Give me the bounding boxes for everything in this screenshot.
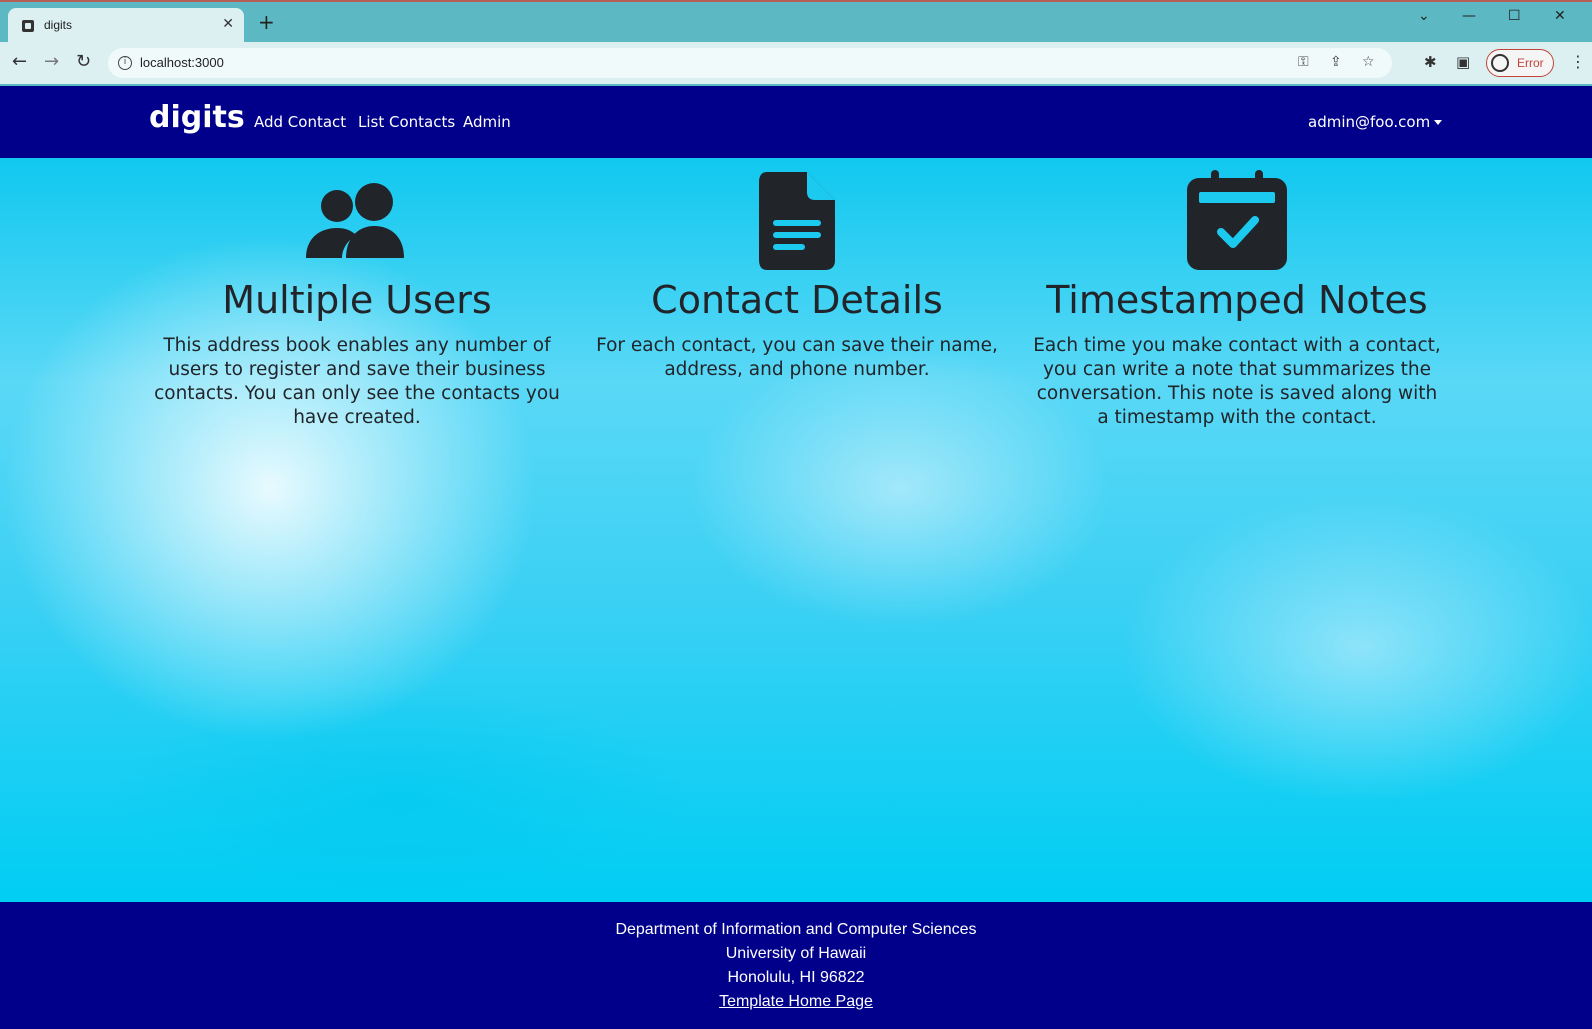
caret-down-icon [1434,120,1443,125]
footer-university: University of Hawaii [725,945,867,962]
users-icon [306,183,404,258]
profile-status-label: Error [1517,56,1544,70]
feature-description: This address book enables any number of … [154,335,560,428]
file-text-icon [759,172,835,270]
minimize-icon[interactable]: — [1462,8,1476,24]
feature-heading: Multiple Users [222,278,492,322]
url-text[interactable]: localhost:3000 [140,55,224,70]
address-bar[interactable]: i localhost:3000 ⚿ ⇪ ☆ [108,48,1392,78]
brand-logo[interactable]: digits [149,100,245,135]
browser-tab-strip: digits ✕ + ⌄ — ☐ ✕ [0,0,1592,44]
app-navbar: digits Add Contact List Contacts Admin a… [0,86,1592,158]
bookmark-star-icon[interactable]: ☆ [1362,54,1375,70]
reload-icon[interactable]: ↻ [76,52,91,72]
nav-admin[interactable]: Admin [463,113,511,131]
calendar-check-icon [1187,170,1287,270]
user-email: admin@foo.com [1308,113,1431,131]
close-window-icon[interactable]: ✕ [1554,8,1566,24]
forward-icon[interactable]: → [44,52,59,72]
landing-main: Multiple Users This address book enables… [0,158,1592,902]
feature-description: Each time you make contact with a contac… [1033,335,1441,428]
feature-heading: Contact Details [651,278,943,322]
tab-title: digits [44,18,73,32]
extensions-icon[interactable]: ✱ [1424,53,1437,71]
key-icon[interactable]: ⚿ [1298,54,1309,70]
feature-timestamped-notes: Timestamped Notes Each time you make con… [1027,170,1447,430]
template-home-link[interactable]: Template Home Page [719,993,873,1010]
site-footer: Department of Information and Computer S… [0,902,1592,1029]
browser-toolbar: ← → ↻ i localhost:3000 ⚿ ⇪ ☆ ✱ ▣ Error ⋮ [0,42,1592,84]
back-icon[interactable]: ← [12,52,27,72]
feature-multiple-users: Multiple Users This address book enables… [147,170,567,430]
user-dropdown[interactable]: admin@foo.com [1308,113,1443,131]
close-tab-icon[interactable]: ✕ [222,16,234,32]
footer-address: Honolulu, HI 96822 [727,969,865,986]
nav-add-contact[interactable]: Add Contact [254,113,346,131]
nav-list-contacts[interactable]: List Contacts [358,113,455,131]
info-icon[interactable]: i [118,56,132,70]
feature-heading: Timestamped Notes [1046,278,1428,322]
favicon-icon [22,20,34,32]
tab-search-icon[interactable]: ⌄ [1418,8,1430,24]
feature-contact-details: Contact Details For each contact, you ca… [587,170,1007,382]
side-panel-icon[interactable]: ▣ [1456,53,1470,71]
browser-menu-icon[interactable]: ⋮ [1570,52,1586,71]
maximize-icon[interactable]: ☐ [1508,8,1521,24]
share-icon[interactable]: ⇪ [1330,54,1342,70]
browser-tab[interactable]: digits ✕ [8,8,244,44]
footer-department: Department of Information and Computer S… [615,921,977,938]
new-tab-icon[interactable]: + [258,12,275,32]
feature-description: For each contact, you can save their nam… [596,335,998,380]
profile-button[interactable]: Error [1486,49,1554,77]
profile-avatar-icon [1491,54,1509,72]
